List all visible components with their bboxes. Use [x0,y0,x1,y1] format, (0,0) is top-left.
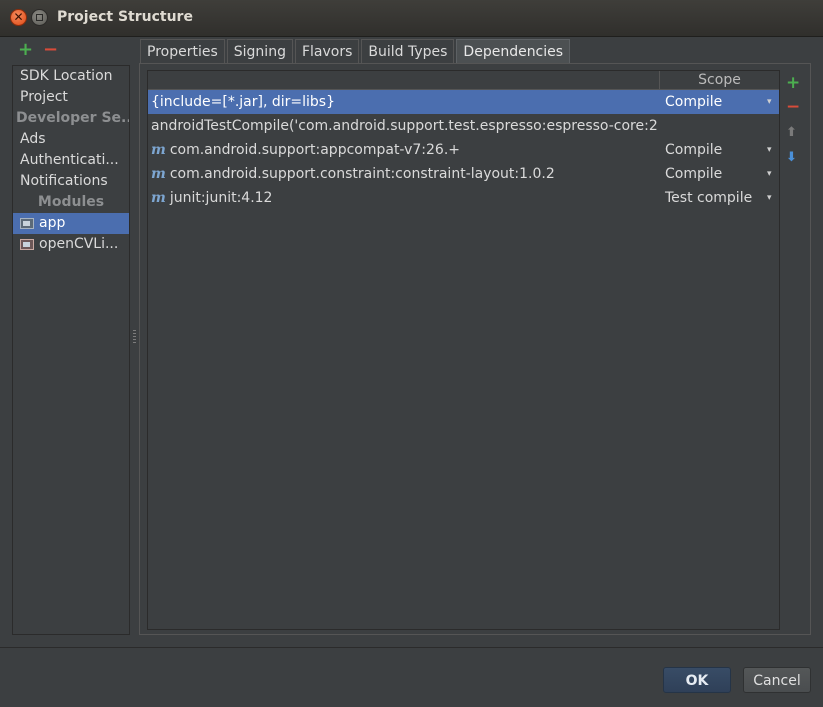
table-row[interactable]: m junit:junit:4.12 Test compile ▾ [148,186,779,210]
footer-divider [0,647,823,648]
sidebar-item-authentication[interactable]: Authenticati... [13,150,129,171]
table-header: Scope [148,71,779,90]
move-down-icon[interactable]: ⬇ [786,149,797,166]
dependencies-table: Scope {include=[*.jar], dir=libs} Compil… [147,70,780,630]
column-header-scope[interactable]: Scope [660,71,779,89]
tab-dependencies[interactable]: Dependencies [456,39,571,63]
maven-library-icon: m [151,166,166,182]
scope-value[interactable]: Compile [665,90,755,114]
sidebar-module-opencv[interactable]: openCVLi... [13,234,129,255]
chevron-down-icon[interactable]: ▾ [767,162,772,186]
add-dependency-button[interactable]: + [786,75,800,92]
maven-library-icon: m [151,142,166,158]
sidebar-header-developer-services: Developer Se... [16,110,129,126]
scope-value[interactable]: Compile [665,138,755,162]
tab-signing[interactable]: Signing [226,39,293,63]
sidebar-item-notifications[interactable]: Notifications [13,171,129,192]
sidebar-item-ads[interactable]: Ads [13,129,129,150]
app-module-icon [20,218,34,229]
dependency-name: m com.android.support:appcompat-v7:26.+ [151,142,461,158]
sidebar: SDK Location Project Developer Se... Ads… [12,65,130,635]
table-row[interactable]: androidTestCompile('com.android.support.… [148,114,779,138]
sidebar-splitter[interactable] [133,330,136,344]
cancel-button[interactable]: Cancel [743,667,811,693]
move-up-icon[interactable]: ⬆ [786,124,797,141]
sidebar-module-label: openCVLi... [39,236,119,252]
scope-value[interactable]: Test compile [665,186,755,210]
column-header-dependency[interactable] [148,71,660,89]
dependency-name: {include=[*.jar], dir=libs} [151,94,335,110]
tab-build-types[interactable]: Build Types [361,39,455,63]
library-module-icon [20,239,34,250]
chevron-down-icon[interactable]: ▾ [767,138,772,162]
sidebar-item-sdk-location[interactable]: SDK Location [13,66,129,87]
sidebar-module-app[interactable]: app [13,213,129,234]
scope-value[interactable]: Compile [665,162,755,186]
add-module-button[interactable]: + [18,41,33,59]
sidebar-item-project[interactable]: Project [13,87,129,108]
tab-flavors[interactable]: Flavors [294,39,360,63]
maximize-window-button[interactable] [31,9,48,26]
dependency-name: androidTestCompile('com.android.support.… [151,118,657,134]
ok-button[interactable]: OK [663,667,731,693]
table-row[interactable]: m com.android.support.constraint:constrai… [148,162,779,186]
close-window-button[interactable]: ✕ [10,9,27,26]
maven-library-icon: m [151,190,166,206]
sidebar-header-modules: Modules [37,194,105,210]
remove-dependency-button[interactable]: − [786,99,800,116]
table-row[interactable]: {include=[*.jar], dir=libs} Compile ▾ [148,90,779,114]
chevron-down-icon[interactable]: ▾ [767,186,772,210]
chevron-down-icon[interactable]: ▾ [767,90,772,114]
table-row[interactable]: m com.android.support:appcompat-v7:26.+ C… [148,138,779,162]
tab-properties[interactable]: Properties [140,39,225,63]
window-title: Project Structure [57,9,193,25]
tab-bar: Properties Signing Flavors Build Types D… [140,39,572,63]
dependency-name: m junit:junit:4.12 [151,190,273,206]
remove-module-button[interactable]: − [43,41,58,59]
title-bar: ✕ Project Structure [0,0,823,37]
dependency-name: m com.android.support.constraint:constrai… [151,166,555,182]
sidebar-module-label: app [39,215,66,231]
